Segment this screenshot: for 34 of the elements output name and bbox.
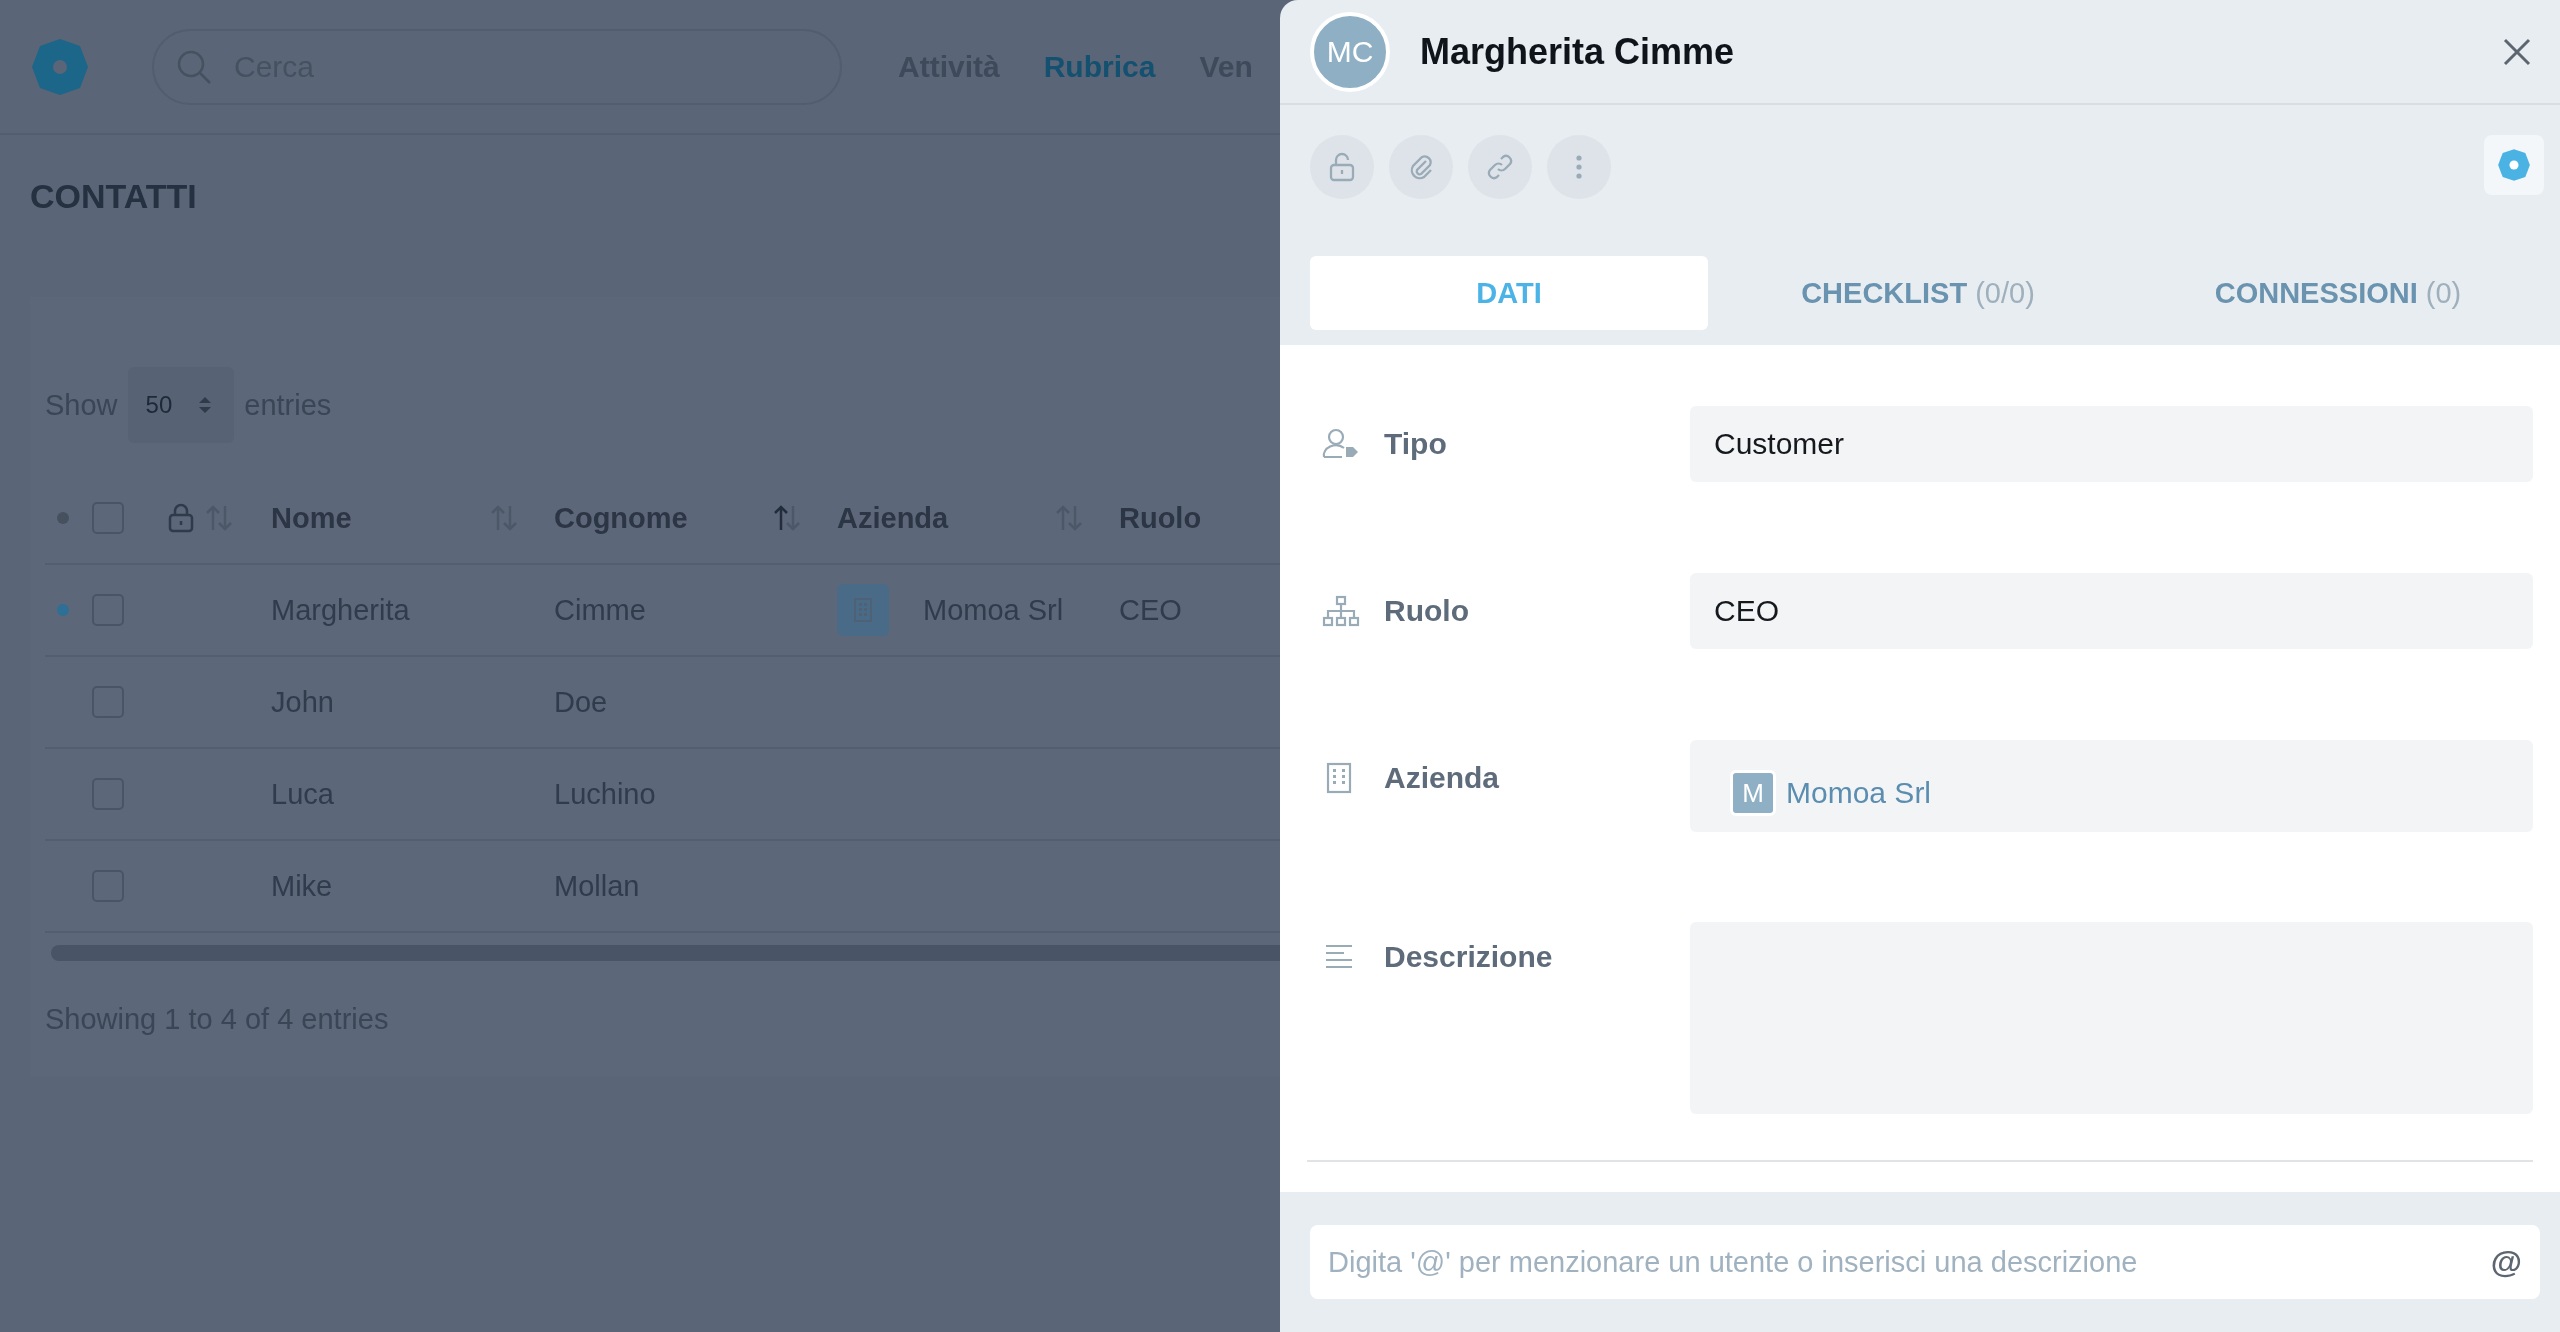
company-field[interactable]: M Momoa Srl [1690,740,2533,832]
scrollbar[interactable] [51,945,1280,961]
entries-select[interactable]: 50 [127,367,235,443]
tab[interactable]: CONNESSIONI (0) [2128,256,2548,330]
logo-icon[interactable] [30,36,90,97]
hierarchy-icon [1322,595,1360,627]
tab[interactable]: DATI [1310,256,1708,330]
field-label: Azienda [1384,761,1500,795]
comment-field[interactable]: Digita '@' per menzionare un utente o inserisci una descrizione @ [1310,1225,2540,1299]
input-field[interactable]: Customer [1690,406,2533,482]
input-field[interactable]: CEO [1690,573,2533,649]
nav-link[interactable]: Rubrica [1043,49,1156,84]
comment-input[interactable]: Digita '@' per menzionare un utente o inserisci una descrizione [1326,1244,2491,1280]
logo-button[interactable] [2484,135,2544,195]
page-title: CONTATTI [29,176,198,217]
field-label: Tipo [1384,427,1447,461]
status-dot [56,512,69,524]
sort-icon[interactable] [772,503,802,533]
updown-icon [198,395,213,415]
unlocked-icon [1328,152,1356,182]
more-icon [1575,154,1583,180]
lock-icon [168,503,194,533]
contact-name: Margherita Cimme [1420,30,1736,73]
field-label: Descrizione [1384,940,1553,974]
user-tag-icon [1322,428,1360,460]
avatar: MC [1310,11,1390,92]
close-icon[interactable] [2502,36,2532,67]
logo-icon [2497,148,2531,182]
tab[interactable]: CHECKLIST (0/0) [1708,256,2128,330]
mention-button[interactable]: @ [2490,1243,2522,1281]
company-initial: M [1730,770,1776,816]
link-icon [1485,152,1515,182]
company-link[interactable]: Momoa Srl [1786,776,1932,810]
field-label: Ruolo [1384,594,1469,628]
